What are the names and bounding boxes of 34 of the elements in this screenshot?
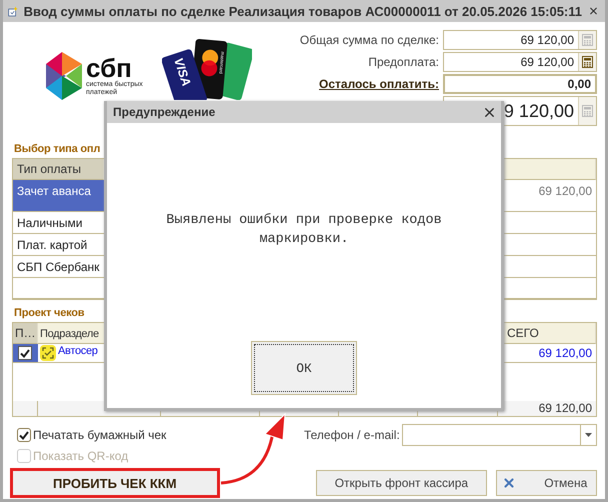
section-title: Выбор типа опл (13, 142, 102, 156)
window-title: Ввод суммы оплаты по сделке Реализация товаров АС00000011 от 20.05.2026 15:05:11 (24, 4, 582, 18)
dialog-title: Предупреждение (113, 105, 216, 119)
field-label: Телефон / e-mail: (304, 428, 401, 442)
calculator-icon (582, 105, 593, 117)
checkbox[interactable] (18, 346, 32, 360)
checkmark-icon (19, 430, 29, 440)
amount-field[interactable]: 69 120,00 (443, 30, 597, 50)
total-label: Осталось оплатить: (319, 77, 439, 91)
close-icon (502, 476, 516, 490)
sbp-logo-icon (46, 52, 82, 100)
cancel-button[interactable]: Отмена (496, 470, 597, 496)
dropdown-caret-icon (585, 433, 592, 437)
footer-total: 69 120,00 (498, 401, 596, 416)
action-button[interactable]: Открыть фронт кассира (316, 470, 488, 496)
total-label: Предоплата: (368, 55, 439, 69)
card-brand-text: VISA (171, 56, 194, 88)
column-header: П… (13, 323, 38, 344)
ok-button[interactable]: ОК (251, 341, 357, 395)
checkmark-icon (20, 348, 30, 358)
scan-icon (40, 345, 56, 361)
column-header: Тип оплаты (13, 159, 104, 180)
calculator-icon (582, 56, 593, 68)
logo-text: сбп (86, 55, 132, 81)
checkbox[interactable]: Печатать бумажный чек (12, 428, 302, 442)
action-button[interactable]: ПРОБИТЬ ЧЕК ККМ (10, 468, 220, 498)
payment-type-cell[interactable]: Зачет аванса (13, 180, 104, 212)
calculator-icon (582, 34, 593, 46)
contact-combo-field[interactable] (402, 424, 597, 446)
section-title: Проект чеков (13, 306, 86, 320)
amount-field[interactable]: 69 120,00 (443, 52, 597, 72)
amount-field[interactable]: 0,00 (443, 74, 597, 94)
dialog-message: Выявлены ошибки при проверке кодов маркировки. (165, 212, 443, 249)
total-label: Общая сумма по сделке: (300, 33, 439, 47)
